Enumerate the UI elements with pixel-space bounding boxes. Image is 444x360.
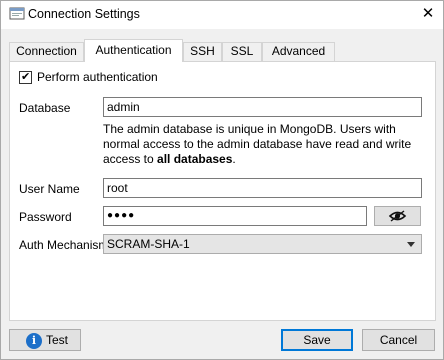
admin-database-note: The admin database is unique in MongoDB.… [103, 122, 413, 167]
tab-advanced[interactable]: Advanced [262, 42, 335, 61]
tab-authentication[interactable]: Authentication [84, 39, 183, 62]
cancel-button[interactable]: Cancel [362, 329, 435, 351]
username-input[interactable]: root [103, 178, 422, 198]
checkmark-icon: ✔ [21, 71, 31, 83]
save-button-label: Save [303, 333, 331, 347]
close-button[interactable]: ✕ [413, 1, 443, 29]
tab-connection-label: Connection [16, 44, 77, 58]
info-icon: i [26, 333, 42, 349]
close-icon: ✕ [421, 5, 435, 22]
tab-ssh[interactable]: SSH [183, 42, 222, 61]
perform-authentication-label[interactable]: Perform authentication [37, 70, 158, 85]
save-button[interactable]: Save [281, 329, 353, 351]
database-input[interactable]: admin [103, 97, 422, 117]
username-value: root [107, 181, 128, 195]
tab-authentication-label: Authentication [95, 43, 172, 57]
note-text: The admin database is unique in MongoDB.… [103, 122, 412, 166]
database-value: admin [107, 100, 140, 114]
tab-ssh-label: SSH [190, 44, 215, 58]
window-title: Connection Settings [28, 7, 140, 21]
password-masked-value: ●●●● [107, 210, 136, 221]
perform-authentication-checkbox[interactable]: ✔ [19, 71, 32, 84]
auth-mechanism-select[interactable]: SCRAM-SHA-1 [103, 234, 422, 254]
password-input[interactable]: ●●●● [103, 206, 367, 226]
cancel-button-label: Cancel [379, 333, 418, 347]
tab-ssl[interactable]: SSL [222, 42, 262, 61]
authentication-panel: ✔ Perform authentication Database admin … [9, 61, 436, 321]
connection-settings-window: Connection Settings ✕ Connection Authent… [0, 0, 444, 360]
tab-ssl-label: SSL [230, 44, 254, 58]
app-icon [9, 7, 25, 20]
title-bar: Connection Settings ✕ [1, 1, 443, 29]
database-label: Database [19, 101, 71, 115]
show-password-button[interactable] [374, 206, 421, 226]
test-button[interactable]: i Test [9, 329, 81, 351]
username-label: User Name [19, 182, 80, 196]
chevron-down-icon [407, 242, 415, 247]
auth-mechanism-label: Auth Mechanism [19, 238, 109, 252]
eye-icon [388, 210, 407, 222]
auth-mechanism-value: SCRAM-SHA-1 [107, 237, 190, 251]
note-suffix: . [232, 152, 236, 166]
note-emphasis: all databases [157, 152, 233, 166]
tab-connection[interactable]: Connection [9, 42, 84, 61]
tab-advanced-label: Advanced [271, 44, 326, 58]
test-button-label: Test [46, 333, 69, 347]
password-label: Password [19, 210, 72, 224]
